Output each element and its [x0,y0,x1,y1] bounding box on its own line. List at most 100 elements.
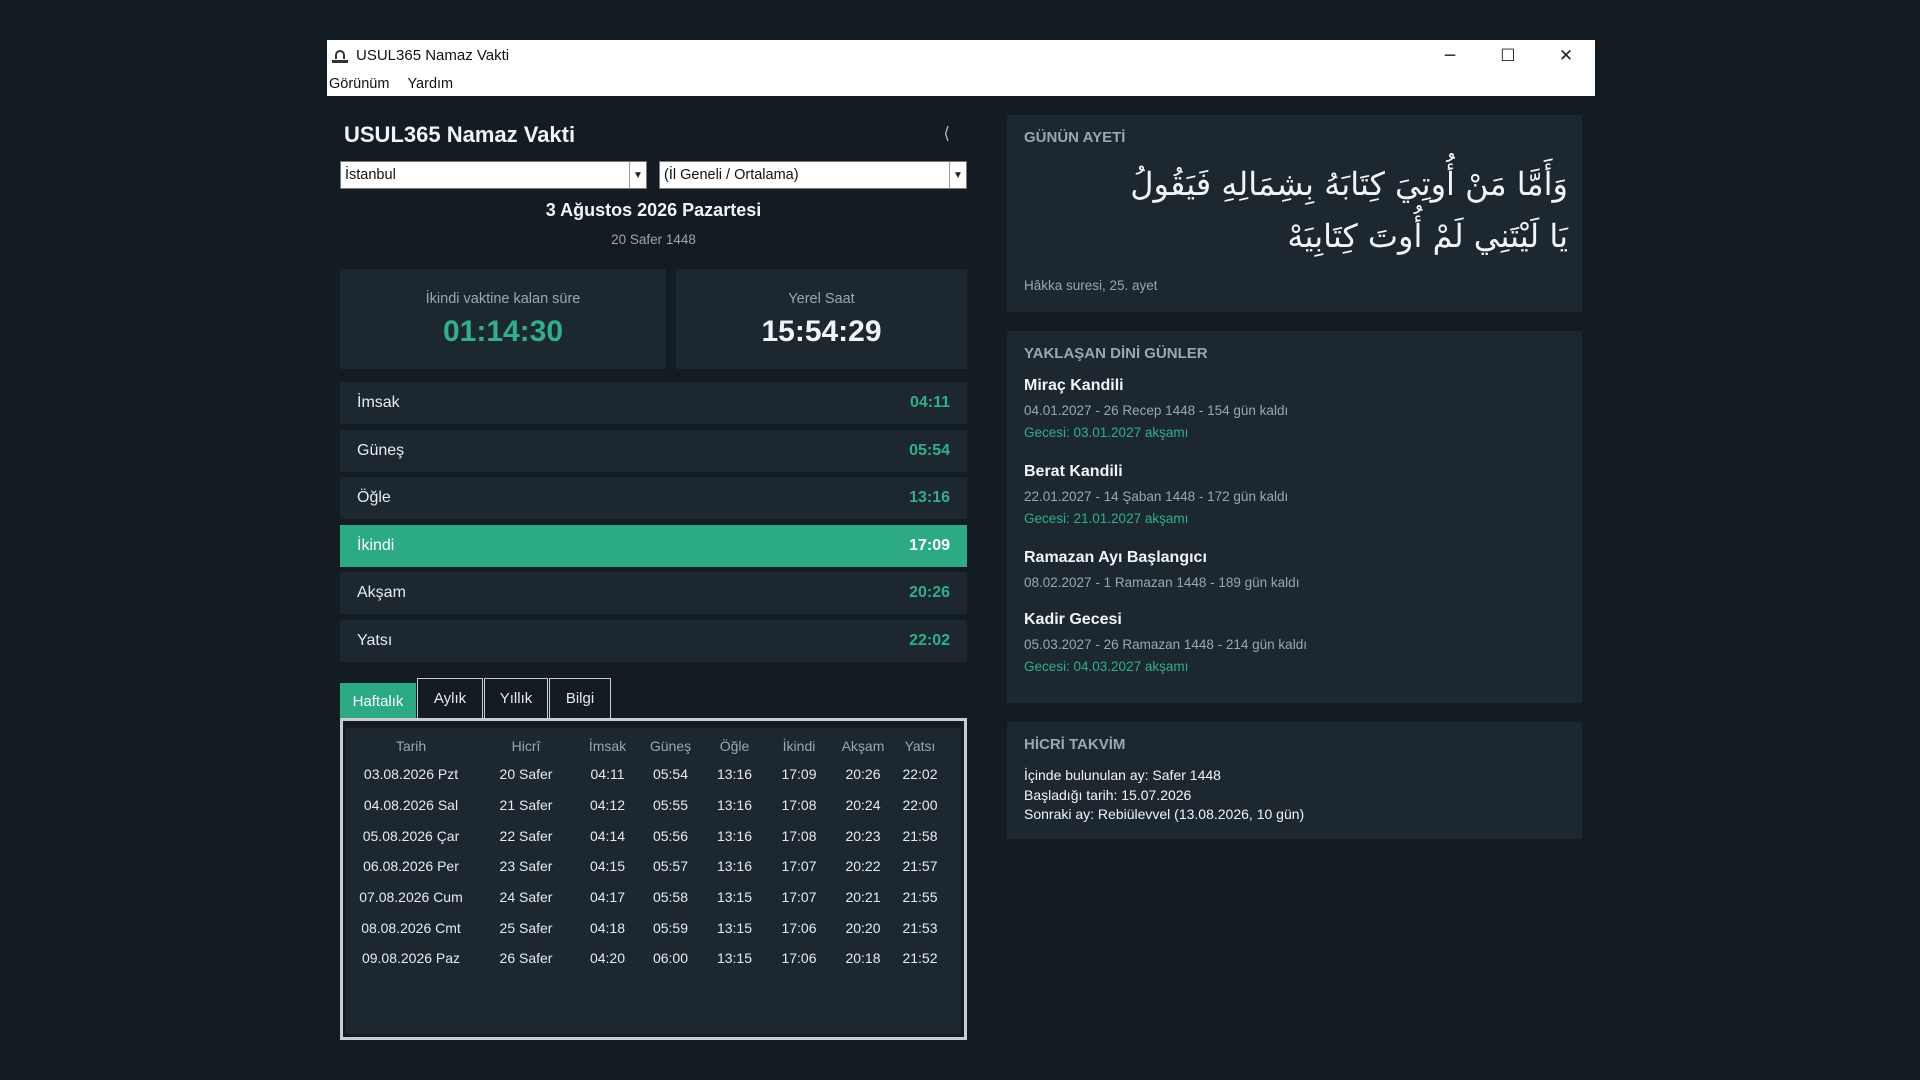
city-select[interactable]: İstanbul ▼ [340,161,647,189]
table-row[interactable]: 05.08.2026 Çar 22 Safer 04:14 05:56 13:1… [346,820,945,851]
table-cell: 25 Safer [499,919,553,936]
verse-line-1: وَأَمَّا مَنْ أُوتِيَ كِتَابَهُ بِشِمَال… [1130,165,1568,203]
table-row[interactable]: 08.08.2026 Cmt 25 Safer 04:18 05:59 13:1… [346,912,945,943]
verse-card: GÜNÜN AYETİ وَأَمَّا مَنْ أُوتِيَ كِتَاب… [1007,115,1582,312]
event-details: 04.01.2027 - 26 Recep 1448 - 154 gün kal… [1024,403,1289,418]
tab-strip: Haftalık Aylık Yıllık Bilgi [340,678,612,718]
table-cell: 13:15 [716,950,753,967]
table-cell: 08.08.2026 Cmt [361,919,461,936]
prayer-name: İmsak [357,394,400,411]
page-title: USUL365 Namaz Vakti [344,122,576,147]
table-cell: 17:08 [781,797,817,814]
table-cell: 20:18 [845,950,881,967]
table-cell: 21 Safer [499,797,553,814]
tab-yearly[interactable]: Yıllık [484,678,548,718]
district-select[interactable]: (İl Geneli / Ortalama) ▼ [659,161,967,189]
tab-info[interactable]: Bilgi [549,678,611,718]
table-cell: 13:16 [716,797,753,814]
prayer-row-imsak: İmsak 04:11 [340,382,967,424]
tab-monthly[interactable]: Aylık [417,678,483,718]
hijri-calendar-card: HİCRİ TAKVİM İçinde bulunulan ay: Safer … [1007,722,1582,839]
column-header[interactable]: Hicrî [476,732,576,759]
table-cell: 05:57 [652,858,689,875]
chevron-down-icon[interactable]: ▼ [629,162,646,188]
app-window: USUL365 Namaz Vakti ─ ☐ ✕ Görünüm Yardım… [327,40,1595,1040]
column-header[interactable]: İmsak [576,732,639,759]
verse-text: وَأَمَّا مَنْ أُوتِيَ كِتَابَهُ بِشِمَال… [1028,158,1568,262]
table-cell: 24 Safer [499,889,553,906]
table-cell: 20 Safer [499,766,553,783]
event-item: Ramazan Ayı Başlangıcı 08.02.2027 - 1 Ra… [1024,549,1299,590]
hijri-date: 20 Safer 1448 [611,232,696,247]
app-icon [332,49,348,63]
chevron-down-icon[interactable]: ▼ [949,162,966,188]
table-cell: 05:56 [652,827,689,844]
hijri-next-month: Sonraki ay: Rebiülevvel (13.08.2026, 10 … [1024,806,1305,822]
tab-weekly[interactable]: Haftalık [340,683,416,718]
column-header[interactable]: İkindi [767,732,831,759]
table-cell: 22 Safer [499,827,553,844]
menu-help[interactable]: Yardım [407,76,453,92]
column-header[interactable]: Yatsı [895,732,945,759]
table-cell: 04:11 [590,766,625,783]
table-row[interactable]: 09.08.2026 Paz 26 Safer 04:20 06:00 13:1… [346,943,945,974]
prayer-time: 22:02 [909,631,950,649]
table-header-row: Tarih Hicrî İmsak Güneş Öğle İkindi Akşa… [346,732,945,759]
table-cell: 09.08.2026 Paz [361,950,461,967]
table-cell: 20:24 [845,797,881,814]
table-cell: 20:20 [845,919,881,936]
event-name: Ramazan Ayı Başlangıcı [1024,549,1207,566]
table-cell: 23 Safer [499,858,553,875]
table-cell: 21:57 [902,858,938,875]
table-row[interactable]: 04.08.2026 Sal 21 Safer 04:12 05:55 13:1… [346,790,945,821]
column-header[interactable]: Öğle [702,732,767,759]
prayer-row-gunes: Güneş 05:54 [340,429,967,472]
event-details: 08.02.2027 - 1 Ramazan 1448 - 189 gün ka… [1024,575,1300,590]
event-eve: Gecesi: 21.01.2027 akşamı [1024,511,1189,526]
table-cell: 05.08.2026 Çar [362,827,460,844]
table-cell: 20:22 [845,858,881,875]
hijri-start-date: Başladığı tarih: 15.07.2026 [1024,786,1192,803]
prayer-name: İkindi [357,536,395,554]
column-header[interactable]: Tarih [346,732,476,759]
hijri-current-month: İçinde bulunulan ay: Safer 1448 [1024,767,1221,783]
table-cell: 04:12 [589,797,626,814]
prayer-time: 13:16 [909,489,950,506]
event-item: Berat Kandili 22.01.2027 - 14 Şaban 1448… [1024,463,1288,526]
column-header[interactable]: Akşam [831,732,895,759]
table-cell: 21:55 [902,889,938,906]
prayer-name: Öğle [357,489,391,506]
prayer-time: 04:11 [909,394,950,411]
upcoming-header: YAKLAŞAN DİNİ GÜNLER [1024,345,1208,362]
prayer-times-list: İmsak 04:11 Güneş 05:54 Öğle 13:16 İkind… [340,382,967,667]
gregorian-date: 3 Ağustos 2026 Pazartesi [545,200,762,220]
prayer-time: 17:09 [909,536,950,554]
prayer-name: Yatsı [357,631,393,649]
table-row[interactable]: 03.08.2026 Pzt 20 Safer 04:11 05:54 13:1… [346,759,945,790]
table-row[interactable]: 06.08.2026 Per 23 Safer 04:15 05:57 13:1… [346,851,945,882]
prayer-row-ikindi: İkindi 17:09 [340,524,967,567]
table-cell: 17:07 [781,889,817,906]
table-row[interactable]: 07.08.2026 Cum 24 Safer 04:17 05:58 13:1… [346,882,945,913]
minimize-button[interactable]: ─ [1421,40,1479,71]
table-cell: 21:53 [902,919,938,936]
close-button[interactable]: ✕ [1537,40,1595,71]
table-cell: 17:08 [781,827,817,844]
column-header[interactable]: Güneş [639,732,702,759]
table-cell: 22:00 [902,797,938,814]
table-cell: 04:18 [589,919,626,936]
table-cell: 13:16 [716,827,753,844]
table-cell: 17:06 [781,919,817,936]
prayer-row-aksam: Akşam 20:26 [340,572,967,614]
collapse-icon[interactable]: ⟨ [943,124,950,144]
menu-view[interactable]: Görünüm [329,76,389,92]
maximize-button[interactable]: ☐ [1479,40,1537,71]
event-details: 05.03.2027 - 26 Ramazan 1448 - 214 gün k… [1024,637,1307,652]
table-cell: 05:58 [652,889,689,906]
prayer-name: Güneş [357,441,405,459]
prayer-time: 20:26 [909,584,950,601]
menu-bar: Görünüm Yardım [327,71,1595,96]
prayer-row-yatsi: Yatsı 22:02 [340,619,967,662]
table-cell: 13:16 [716,766,753,783]
hijri-calendar-info: İçinde bulunulan ay: Safer 1448 Başladığ… [1024,766,1304,825]
